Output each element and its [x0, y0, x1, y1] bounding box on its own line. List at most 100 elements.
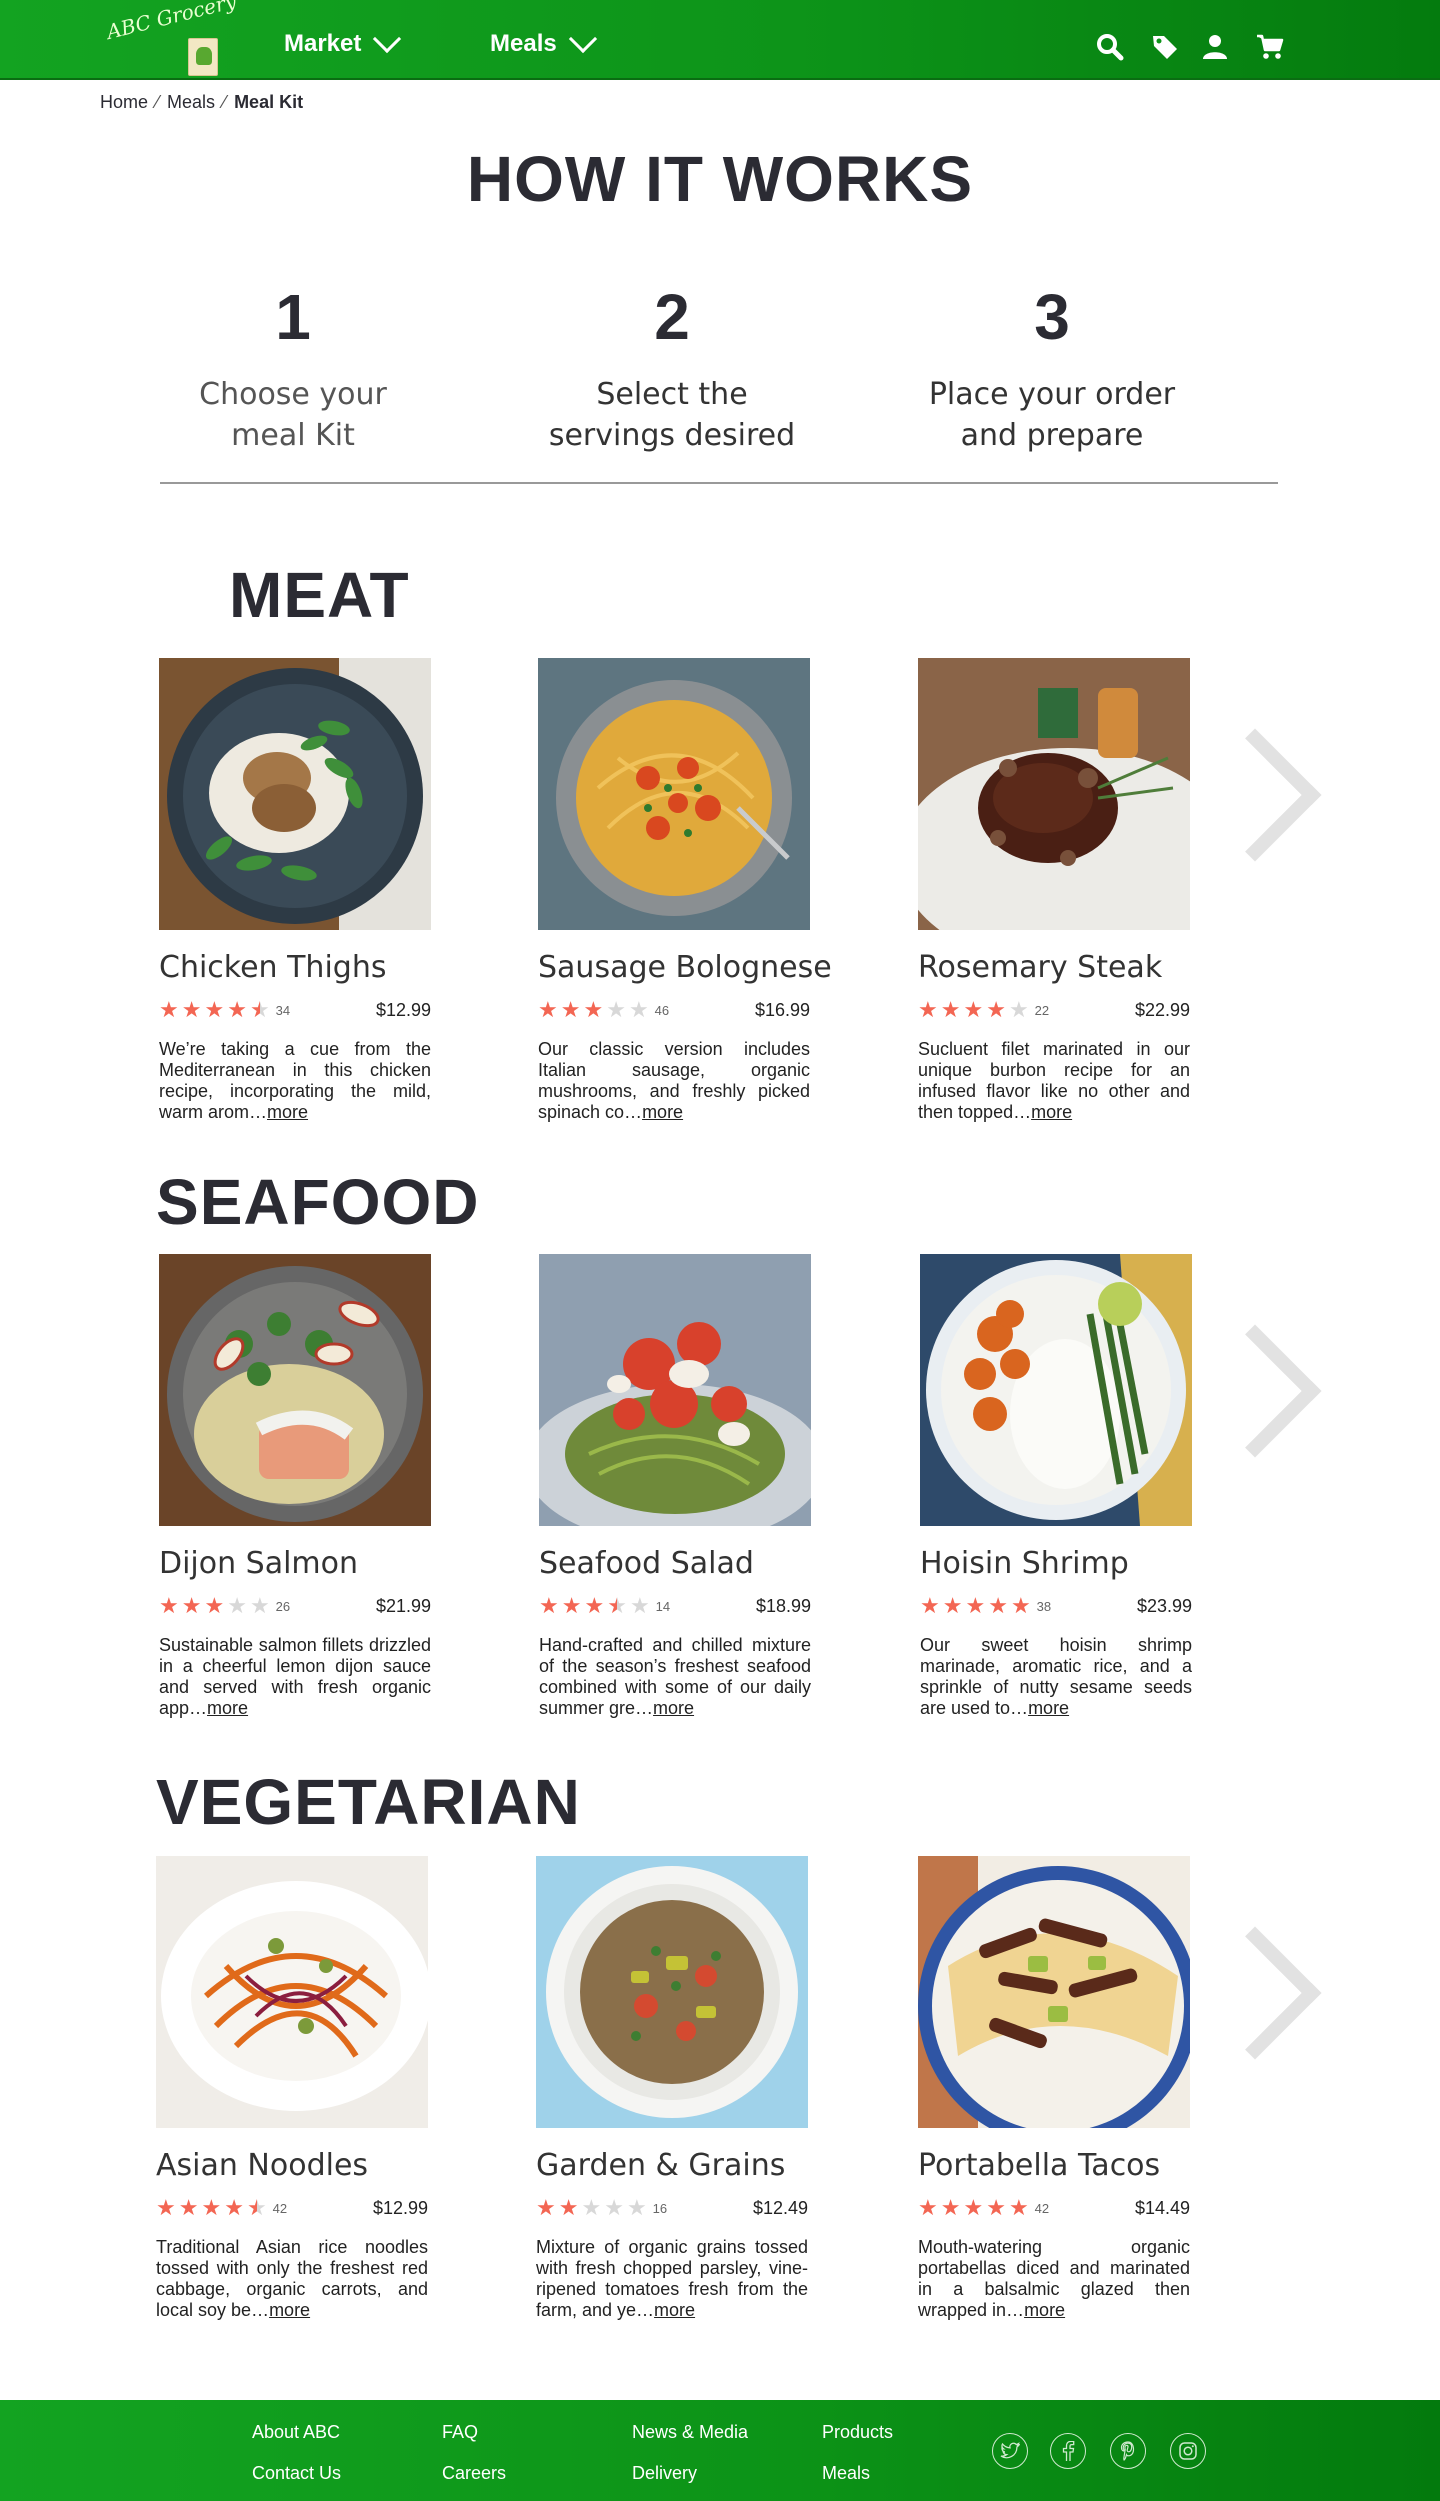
- meal-name[interactable]: Portabella Tacos: [918, 2148, 1190, 2183]
- twitter-icon[interactable]: [992, 2433, 1028, 2469]
- star-icon[interactable]: ★: [247, 2197, 267, 2219]
- next-arrow-vegetarian[interactable]: [1208, 1928, 1278, 2048]
- star-icon[interactable]: ★: [965, 1595, 985, 1617]
- meal-card[interactable]: Hoisin Shrimp ★ ★ ★ ★ ★ 38 $23.99 Our sweet …: [920, 1254, 1192, 1719]
- meal-name[interactable]: Chicken Thighs: [159, 950, 431, 985]
- meal-photo[interactable]: [918, 1856, 1190, 2128]
- star-icon[interactable]: ★: [250, 1595, 270, 1617]
- meal-card[interactable]: Sausage Bolognese ★ ★ ★ ★ ★ 46 $16.99 Our cl…: [538, 658, 832, 1123]
- star-icon[interactable]: ★: [179, 2197, 199, 2219]
- footer-link-about[interactable]: About ABC: [252, 2422, 340, 2443]
- star-icon[interactable]: ★: [182, 1595, 202, 1617]
- meal-card[interactable]: Dijon Salmon ★ ★ ★ ★ ★ 26 $21.99 Sustainable…: [159, 1254, 431, 1719]
- more-link[interactable]: more: [654, 2300, 695, 2320]
- star-icon[interactable]: ★: [581, 2197, 601, 2219]
- meal-photo[interactable]: [538, 658, 810, 930]
- star-icon[interactable]: ★: [159, 1595, 179, 1617]
- star-icon[interactable]: ★: [538, 999, 558, 1021]
- star-icon[interactable]: ★: [227, 1595, 247, 1617]
- footer-link-careers[interactable]: Careers: [442, 2463, 506, 2484]
- footer-link-news-media[interactable]: News & Media: [632, 2422, 748, 2443]
- more-link[interactable]: more: [1028, 1698, 1069, 1718]
- star-icon[interactable]: ★: [201, 2197, 221, 2219]
- star-icon[interactable]: ★: [943, 1595, 963, 1617]
- pinterest-icon[interactable]: [1110, 2433, 1146, 2469]
- meal-photo[interactable]: [920, 1254, 1192, 1526]
- nav-market-dropdown[interactable]: Market: [284, 24, 402, 58]
- star-icon[interactable]: ★: [606, 999, 626, 1021]
- breadcrumb-home[interactable]: Home: [100, 92, 148, 113]
- more-link[interactable]: more: [269, 2300, 310, 2320]
- star-icon[interactable]: ★: [227, 999, 247, 1021]
- star-icon[interactable]: ★: [204, 1595, 224, 1617]
- breadcrumb-meals[interactable]: Meals: [167, 92, 215, 113]
- footer-link-products[interactable]: Products: [822, 2422, 893, 2443]
- meal-card[interactable]: Rosemary Steak ★ ★ ★ ★ ★ 22 $22.99 Sucluent …: [918, 658, 1190, 1123]
- meal-card[interactable]: Portabella Tacos ★ ★ ★ ★ ★ 42 $14.49 Mouth-w…: [918, 1856, 1190, 2321]
- more-link[interactable]: more: [207, 1698, 248, 1718]
- meal-photo[interactable]: [156, 1856, 428, 2128]
- meal-card[interactable]: Garden & Grains ★ ★ ★ ★ ★ 16 $12.49 Mixture …: [536, 1856, 808, 2321]
- meal-photo[interactable]: [539, 1254, 811, 1526]
- star-icon[interactable]: ★: [182, 999, 202, 1021]
- meal-name[interactable]: Sausage Bolognese: [538, 950, 832, 985]
- star-icon[interactable]: ★: [1009, 2197, 1029, 2219]
- meal-name[interactable]: Hoisin Shrimp: [920, 1546, 1192, 1581]
- footer-link-faq[interactable]: FAQ: [442, 2422, 478, 2443]
- meal-name[interactable]: Seafood Salad: [539, 1546, 811, 1581]
- meal-card[interactable]: Asian Noodles ★ ★ ★ ★ ★ 42 $12.99 Traditiona…: [156, 1856, 428, 2321]
- meal-photo[interactable]: [159, 1254, 431, 1526]
- star-icon[interactable]: ★: [918, 2197, 938, 2219]
- footer-link-delivery[interactable]: Delivery: [632, 2463, 697, 2484]
- star-icon[interactable]: ★: [156, 2197, 176, 2219]
- star-icon[interactable]: ★: [988, 1595, 1008, 1617]
- star-icon[interactable]: ★: [204, 999, 224, 1021]
- star-icon[interactable]: ★: [941, 999, 961, 1021]
- star-icon[interactable]: ★: [941, 2197, 961, 2219]
- nav-meals-dropdown[interactable]: Meals: [490, 24, 597, 58]
- star-icon[interactable]: ★: [629, 999, 649, 1021]
- footer-link-meals[interactable]: Meals: [822, 2463, 870, 2484]
- star-icon[interactable]: ★: [1011, 1595, 1031, 1617]
- more-link[interactable]: more: [1024, 2300, 1065, 2320]
- meal-card[interactable]: Seafood Salad ★ ★ ★ ★ ★ 14 $18.99 Hand-craft…: [539, 1254, 811, 1719]
- next-arrow-meat[interactable]: [1208, 730, 1278, 850]
- footer-link-contact[interactable]: Contact Us: [252, 2463, 341, 2484]
- more-link[interactable]: more: [642, 1102, 683, 1122]
- meal-card[interactable]: Chicken Thighs ★ ★ ★ ★ ★ 34 $12.99 We’re tak…: [159, 658, 431, 1123]
- abc-grocery-logo[interactable]: ABC Grocery: [104, 0, 240, 76]
- more-link[interactable]: more: [1031, 1102, 1072, 1122]
- star-icon[interactable]: ★: [583, 999, 603, 1021]
- star-icon[interactable]: ★: [986, 999, 1006, 1021]
- meal-photo[interactable]: [159, 658, 431, 930]
- next-arrow-seafood[interactable]: [1208, 1326, 1278, 1446]
- star-icon[interactable]: ★: [536, 2197, 556, 2219]
- search-icon[interactable]: [1095, 32, 1125, 62]
- meal-name[interactable]: Asian Noodles: [156, 2148, 428, 2183]
- star-icon[interactable]: ★: [559, 2197, 579, 2219]
- star-icon[interactable]: ★: [918, 999, 938, 1021]
- star-icon[interactable]: ★: [1009, 999, 1029, 1021]
- star-icon[interactable]: ★: [561, 999, 581, 1021]
- user-icon[interactable]: [1200, 32, 1230, 62]
- star-icon[interactable]: ★: [920, 1595, 940, 1617]
- star-icon[interactable]: ★: [604, 2197, 624, 2219]
- star-icon[interactable]: ★: [159, 999, 179, 1021]
- star-icon[interactable]: ★: [963, 2197, 983, 2219]
- meal-name[interactable]: Garden & Grains: [536, 2148, 808, 2183]
- star-icon[interactable]: ★: [627, 2197, 647, 2219]
- star-icon[interactable]: ★: [584, 1595, 604, 1617]
- meal-name[interactable]: Dijon Salmon: [159, 1546, 431, 1581]
- star-icon[interactable]: ★: [607, 1595, 627, 1617]
- star-icon[interactable]: ★: [250, 999, 270, 1021]
- more-link[interactable]: more: [653, 1698, 694, 1718]
- facebook-icon[interactable]: [1050, 2433, 1086, 2469]
- star-icon[interactable]: ★: [963, 999, 983, 1021]
- star-icon[interactable]: ★: [539, 1595, 559, 1617]
- star-icon[interactable]: ★: [224, 2197, 244, 2219]
- star-icon[interactable]: ★: [630, 1595, 650, 1617]
- meal-photo[interactable]: [536, 1856, 808, 2128]
- more-link[interactable]: more: [267, 1102, 308, 1122]
- meal-photo[interactable]: [918, 658, 1190, 930]
- star-icon[interactable]: ★: [986, 2197, 1006, 2219]
